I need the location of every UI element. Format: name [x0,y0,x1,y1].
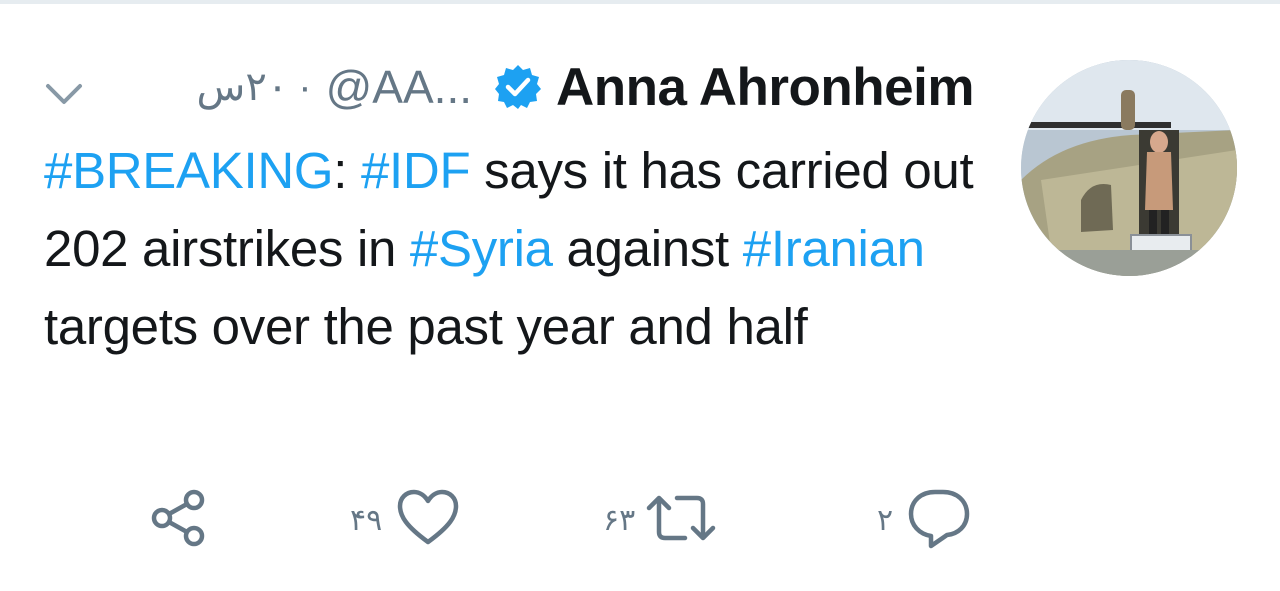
tweet-header: Anna Ahronheim @AA... · ۲۰س [196,52,974,122]
like-button[interactable]: ۴۹ [350,485,460,555]
avatar[interactable] [1021,60,1237,276]
retweet-count: ۶۳ [603,503,636,537]
hashtag-idf[interactable]: #IDF [361,142,471,199]
text-segment: : [333,142,361,199]
hashtag-breaking[interactable]: #BREAKING [44,142,334,199]
author-handle[interactable]: @AA... [326,60,472,114]
reply-icon [907,486,971,555]
chevron-down-icon[interactable] [44,78,84,108]
author-name[interactable]: Anna Ahronheim [556,57,974,118]
hashtag-iranian[interactable]: #Iranian [743,220,925,277]
verified-badge-icon [494,62,544,112]
reply-count: ۲ [877,503,894,537]
text-segment: against [552,220,743,277]
retweet-icon [643,488,719,553]
share-button[interactable] [146,485,210,555]
heart-icon [396,488,460,553]
share-icon [146,486,210,555]
tweet-text: #BREAKING: #IDF says it has carried out … [44,132,984,366]
tweet-timestamp[interactable]: ۲۰س [196,64,288,110]
hashtag-syria[interactable]: #Syria [410,220,553,277]
header-separator: · [298,64,312,109]
reply-button[interactable]: ۲ [877,485,971,555]
retweet-button[interactable]: ۶۳ [603,485,719,555]
text-segment: targets over the past year and half [44,298,808,355]
like-count: ۴۹ [350,503,383,537]
tweet-actions: ۴۹ ۶۳ ۲ [0,485,1280,555]
top-divider [0,0,1280,4]
